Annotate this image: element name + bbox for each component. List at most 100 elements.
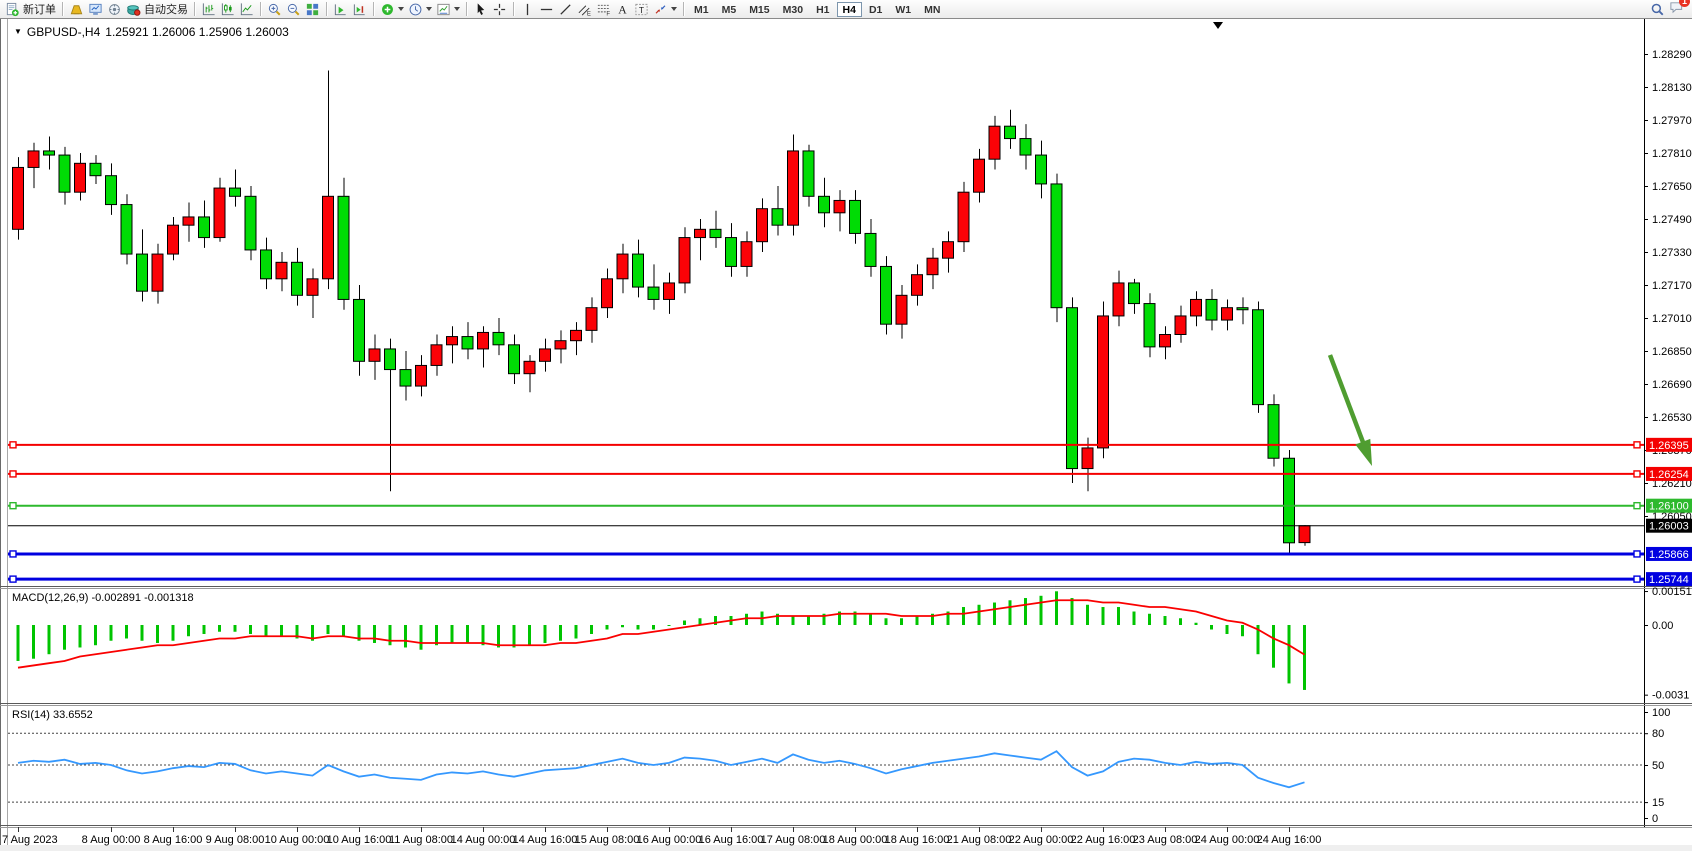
- zoom-in-button[interactable]: [265, 0, 284, 18]
- new-order-button[interactable]: 新订单: [3, 0, 58, 18]
- chart-profiles-button[interactable]: [67, 0, 86, 18]
- timeframe-m15-button[interactable]: M15: [743, 2, 775, 17]
- templates-button[interactable]: [434, 0, 462, 18]
- candle-body: [137, 254, 148, 291]
- time-axis-label: 14 Aug 16:00: [513, 834, 578, 846]
- macd-histogram-bar: [575, 625, 578, 638]
- macd-histogram-bar: [637, 625, 640, 629]
- timeframe-h1-button[interactable]: H1: [810, 2, 835, 17]
- price-axis-tick-label: 1.27810: [1652, 148, 1692, 160]
- auto-trading-button[interactable]: 自动交易: [124, 0, 190, 18]
- macd-histogram-bar: [869, 614, 872, 625]
- mt4-window: { "toolbar": { "new_order": "新订单", "auto…: [0, 0, 1692, 851]
- vertical-line-icon: [520, 2, 535, 17]
- time-axis-label: 14 Aug 00:00: [451, 834, 516, 846]
- rsi-indicator-label: RSI(14) 33.6552: [12, 709, 93, 721]
- line-handle[interactable]: [1634, 442, 1640, 448]
- periods-button[interactable]: [406, 0, 434, 18]
- line-handle[interactable]: [1634, 503, 1640, 509]
- line-handle[interactable]: [10, 576, 16, 582]
- chart-dropdown-icon[interactable]: ▼: [14, 28, 22, 36]
- line-handle[interactable]: [1634, 471, 1640, 477]
- rsi-axis-tick-label: 50: [1652, 760, 1664, 772]
- timeframe-w1-button[interactable]: W1: [889, 2, 917, 17]
- line-handle[interactable]: [10, 442, 16, 448]
- line-handle[interactable]: [10, 503, 16, 509]
- macd-histogram-bar: [807, 616, 810, 625]
- market-watch-button[interactable]: [86, 0, 105, 18]
- cursor-button[interactable]: [471, 0, 490, 18]
- annotation-arrow-shaft[interactable]: [1330, 355, 1365, 447]
- candle-body: [1082, 448, 1093, 469]
- candlestick-chart-icon: [220, 2, 235, 17]
- macd-histogram-bar: [683, 621, 686, 625]
- zoom-out-button[interactable]: [284, 0, 303, 18]
- line-handle[interactable]: [1634, 576, 1640, 582]
- candle-body: [958, 192, 969, 242]
- line-handle[interactable]: [10, 471, 16, 477]
- text-label-button[interactable]: T: [632, 0, 651, 18]
- candle-body: [1113, 283, 1124, 316]
- chart-shift-button[interactable]: [350, 0, 369, 18]
- timeframe-mn-button[interactable]: MN: [918, 2, 946, 17]
- candle-body: [989, 126, 1000, 159]
- timeframe-d1-button[interactable]: D1: [863, 2, 888, 17]
- macd-histogram-bar: [1040, 596, 1043, 625]
- equidistant-channel-button[interactable]: E: [575, 0, 594, 18]
- text-button[interactable]: A: [613, 0, 632, 18]
- auto-scroll-button[interactable]: [331, 0, 350, 18]
- time-axis-label: 9 Aug 08:00: [206, 834, 265, 846]
- price-axis-tick-label: 1.27330: [1652, 247, 1692, 259]
- fibonacci-button[interactable]: F: [594, 0, 613, 18]
- candle-body: [540, 349, 551, 361]
- line-handle[interactable]: [1634, 551, 1640, 557]
- macd-histogram-bar: [203, 625, 206, 634]
- time-axis-label: 16 Aug 00:00: [637, 834, 702, 846]
- indicators-button[interactable]: [378, 0, 406, 18]
- candle-body: [354, 299, 365, 361]
- candle-body: [524, 361, 535, 373]
- search-button[interactable]: [1648, 0, 1667, 18]
- candle-body: [28, 151, 39, 168]
- crosshair-button[interactable]: [490, 0, 509, 18]
- macd-axis-tick-label: -0.0031: [1652, 690, 1689, 702]
- current-price-tag-label: 1.26003: [1649, 521, 1689, 533]
- price-axis-tick-label: 1.27170: [1652, 280, 1692, 292]
- candlestick-chart-button[interactable]: [218, 0, 237, 18]
- macd-histogram-bar: [1303, 625, 1306, 690]
- line-handle[interactable]: [10, 551, 16, 557]
- macd-histogram-bar: [528, 625, 531, 645]
- timeframe-h4-button[interactable]: H4: [837, 2, 862, 17]
- chart-title: ▼ GBPUSD-,H4 1.25921 1.26006 1.25906 1.2…: [14, 25, 289, 39]
- annotation-arrow-head[interactable]: [1355, 439, 1372, 466]
- arrows-button[interactable]: [651, 0, 679, 18]
- macd-histogram-bar: [94, 625, 97, 645]
- macd-histogram-bar: [1086, 605, 1089, 625]
- chart-canvas[interactable]: 1.282901.281301.279701.278101.276501.274…: [0, 0, 1692, 851]
- candle-body: [617, 254, 628, 279]
- macd-histogram-bar: [280, 625, 283, 636]
- trendline-button[interactable]: [556, 0, 575, 18]
- chart-shift-marker[interactable]: [1213, 22, 1223, 29]
- candle-body: [881, 266, 892, 324]
- candle-body: [1268, 405, 1279, 459]
- rsi-line: [18, 751, 1305, 787]
- new-order-icon: [5, 2, 20, 17]
- line-chart-button[interactable]: [237, 0, 256, 18]
- tile-windows-button[interactable]: [303, 0, 322, 18]
- timeframe-m5-button[interactable]: M5: [716, 2, 743, 17]
- vertical-line-button[interactable]: [518, 0, 537, 18]
- rsi-axis-tick-label: 15: [1652, 797, 1664, 809]
- timeframe-m1-button[interactable]: M1: [688, 2, 715, 17]
- macd-histogram-bar: [48, 625, 51, 654]
- chevron-down-icon: [671, 7, 677, 11]
- candle-body: [1206, 299, 1217, 320]
- macd-histogram-bar: [1133, 612, 1136, 625]
- line-price-tag-label: 1.26254: [1649, 469, 1689, 481]
- navigator-button[interactable]: [105, 0, 124, 18]
- candle-body: [772, 209, 783, 226]
- timeframe-m30-button[interactable]: M30: [777, 2, 809, 17]
- horizontal-line-button[interactable]: [537, 0, 556, 18]
- toolbar-separator: [373, 2, 374, 16]
- bar-chart-button[interactable]: [199, 0, 218, 18]
